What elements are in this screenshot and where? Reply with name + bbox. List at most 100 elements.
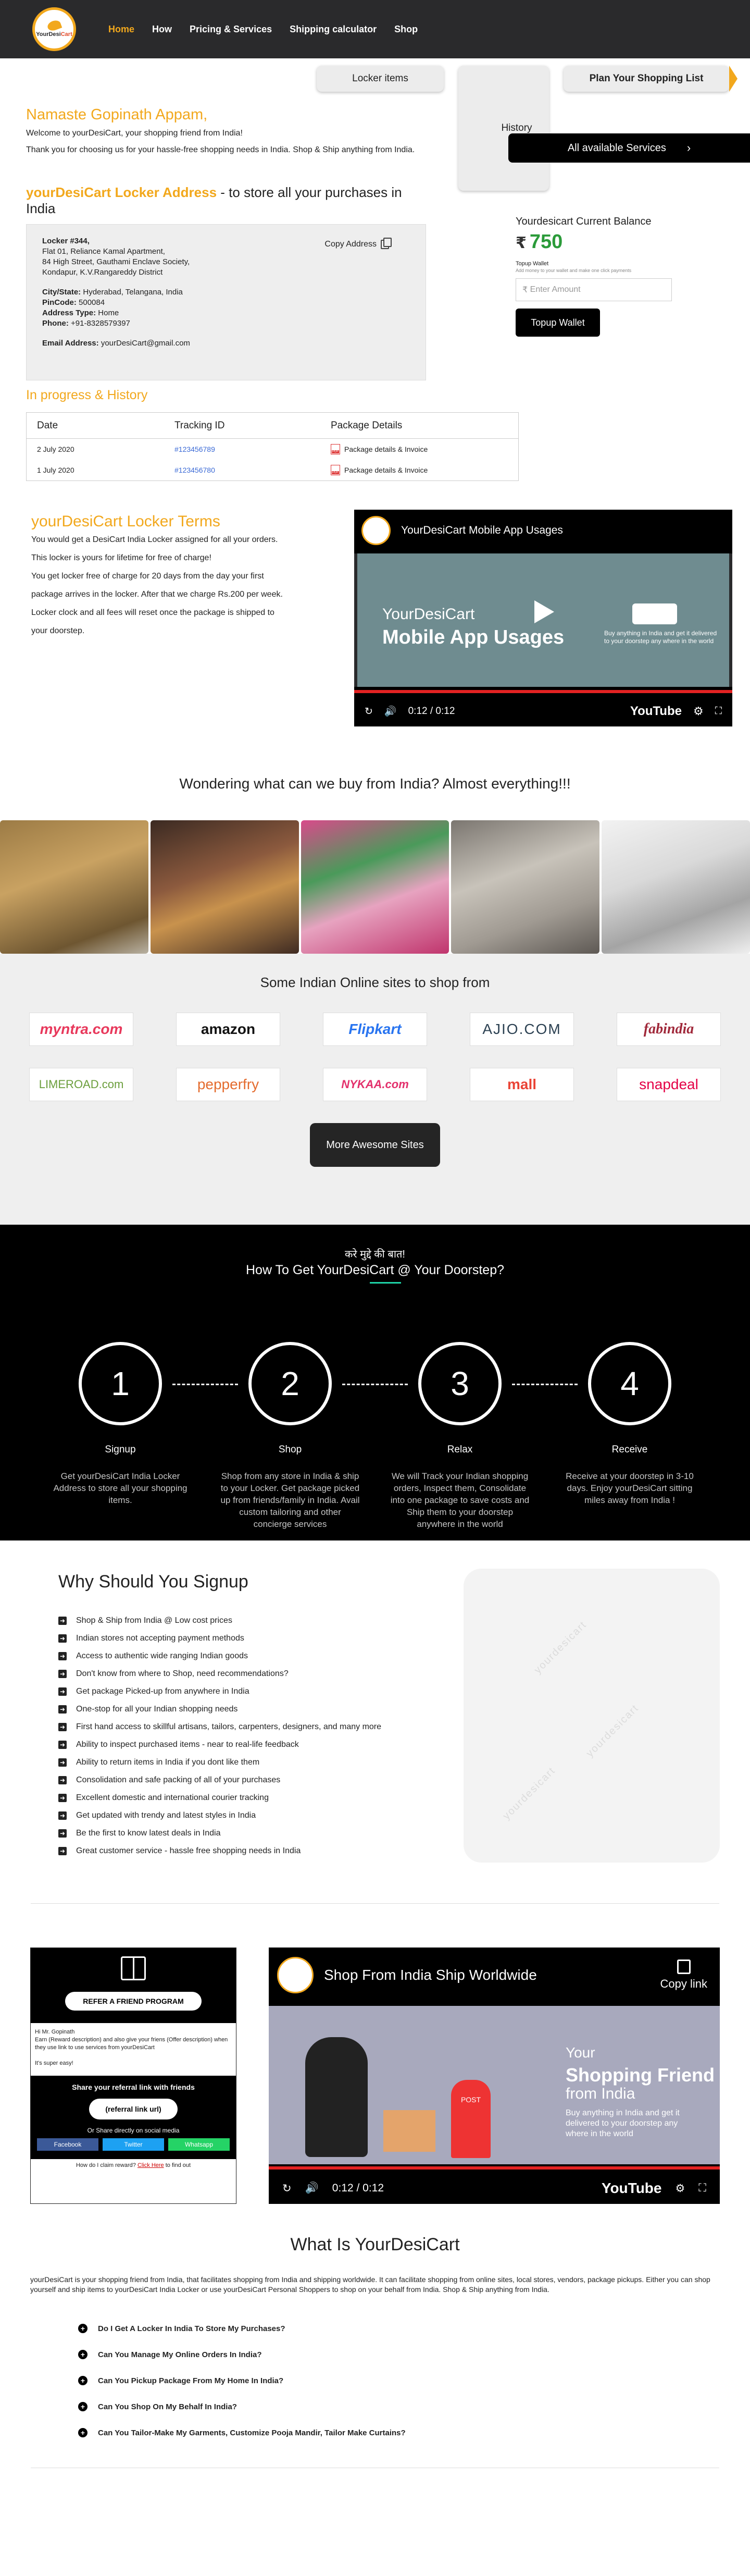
fullscreen-icon[interactable]: ⛶: [715, 706, 722, 717]
arrow-right-icon: ➜: [58, 1847, 67, 1855]
all-services-button[interactable]: All available Services ›: [508, 133, 750, 163]
faq-item[interactable]: + Can You Shop On My Behalf In India?: [78, 2394, 750, 2420]
pdf-icon: [331, 465, 340, 475]
what-title: What Is YourDesiCart: [290, 2235, 460, 2254]
volume-icon[interactable]: 🔊: [384, 705, 397, 718]
hindi-tagline: करे मुद्दे की बात!: [345, 1249, 405, 1260]
arrow-right-icon: ➜: [58, 1634, 67, 1643]
locker-items-button[interactable]: Locker items: [317, 66, 444, 92]
arrow-right-icon: ➜: [58, 1723, 67, 1731]
site-logo-snapdeal[interactable]: snapdeal: [617, 1068, 721, 1101]
nav-home[interactable]: Home: [108, 24, 134, 35]
site-logo-myntra[interactable]: myntra.com: [29, 1013, 133, 1046]
benefit-item: ➜ Consolidation and safe packing of all o…: [58, 1771, 381, 1789]
terms-line: You get locker free of charge for 20 day…: [31, 572, 264, 581]
benefit-item: ➜ One-stop for all your Indian shopping n…: [58, 1700, 381, 1718]
plan-shopping-list-button[interactable]: Plan Your Shopping List: [564, 66, 738, 92]
address-line: Kondapur, K.V.Rangareddy District: [42, 268, 163, 277]
fullscreen-icon[interactable]: ⛶: [698, 2182, 706, 2195]
sites-grid: myntra.com amazon Flipkart AJIO.COM fabi…: [0, 1013, 750, 1101]
balance-amount: ₹750: [516, 231, 563, 253]
arrow-right-icon: ➜: [58, 1829, 67, 1838]
site-logo-ajio[interactable]: AJIO.COM: [470, 1013, 574, 1046]
step-receive: 4 Receive Receive at your doorstep in 3-…: [566, 1342, 694, 1530]
benefits-list: ➜ Shop & Ship from India @ Low cost price…: [58, 1612, 381, 1860]
benefit-item: ➜ Indian stores not accepting payment met…: [58, 1630, 381, 1647]
terms-line: Locker clock and all fees will reset onc…: [31, 608, 274, 617]
nav-shipping-calculator[interactable]: Shipping calculator: [290, 24, 377, 35]
click-here-link[interactable]: Click Here: [138, 2162, 164, 2168]
nav-pricing[interactable]: Pricing & Services: [190, 24, 272, 35]
benefit-item: ➜ First hand access to skillful artisans,…: [58, 1718, 381, 1736]
site-logo-amazon[interactable]: amazon: [176, 1013, 280, 1046]
shopping-sites-section: Some Indian Online sites to shop from my…: [0, 954, 750, 1225]
shop-from-india-video[interactable]: Shop From India Ship Worldwide Copy link…: [269, 1948, 720, 2204]
faq-item[interactable]: + Can You Tailor-Make My Garments, Custom…: [78, 2420, 750, 2446]
locker-title: yourDesiCart Locker Address - to store a…: [26, 184, 402, 216]
topup-subtext: Add money to your wallet and make one cl…: [516, 268, 632, 273]
locker-terms-section: yourDesiCart Locker Terms You would get …: [0, 510, 750, 773]
bird-icon: [46, 19, 63, 32]
address-type-row: Address Type: Home: [42, 309, 119, 317]
benefit-item: ➜ Excellent domestic and international co…: [58, 1789, 381, 1807]
video-progress-bar[interactable]: [354, 690, 732, 693]
gear-icon[interactable]: ⚙: [675, 2182, 685, 2195]
table-row: 2 July 2020 #123456789 Package details &…: [27, 439, 518, 460]
amount-placeholder: Enter Amount: [530, 285, 581, 294]
tracking-link[interactable]: #123456780: [174, 466, 331, 474]
referral-link-field[interactable]: (referral link url): [89, 2099, 178, 2119]
faq-item[interactable]: + Do I Get A Locker In India To Store My …: [78, 2315, 750, 2341]
address-line: 84 High Street, Gauthami Enclave Society…: [42, 257, 190, 266]
site-logo-nykaa[interactable]: NYKAA.com: [323, 1068, 427, 1101]
refer-friend-button[interactable]: REFER A FRIEND PROGRAM: [65, 1992, 202, 2011]
replay-icon[interactable]: ↻: [365, 706, 373, 718]
copy-address-button[interactable]: Copy Address: [324, 238, 392, 250]
site-logo-limeroad[interactable]: LIMEROAD.com: [29, 1068, 133, 1101]
youtube-logo[interactable]: YouTube: [630, 704, 682, 719]
site-logo-pepperfry[interactable]: pepperfry: [176, 1068, 280, 1101]
package-details-link[interactable]: Package details & Invoice: [331, 444, 518, 454]
site-logo-fabindia[interactable]: fabindia: [617, 1013, 721, 1046]
brand-logo[interactable]: YourDesiCart: [32, 7, 76, 51]
site-logo-paytm-mall[interactable]: mall: [470, 1068, 574, 1101]
video-time: 0:12 / 0:12: [332, 2182, 384, 2194]
nav-how[interactable]: How: [152, 24, 172, 35]
arrow-right-icon: ➜: [58, 1758, 67, 1767]
play-icon[interactable]: [534, 600, 554, 623]
silver-lamps-image: [451, 820, 600, 954]
site-logo-flipkart[interactable]: Flipkart: [323, 1013, 427, 1046]
channel-logo: [361, 516, 391, 545]
twitter-share-button[interactable]: Twitter: [103, 2138, 164, 2151]
youtube-logo[interactable]: YouTube: [602, 2180, 662, 2197]
more-sites-button[interactable]: More Awesome Sites: [310, 1123, 440, 1167]
plus-icon: +: [78, 2350, 88, 2359]
package-details-link[interactable]: Package details & Invoice: [331, 465, 518, 475]
facebook-share-button[interactable]: Facebook: [37, 2138, 98, 2151]
refer-friend-card: REFER A FRIEND PROGRAM Hi Mr. Gopinath E…: [30, 1948, 236, 2204]
step-relax: 3 Relax We will Track your Indian shoppi…: [391, 1342, 529, 1530]
potli-bags-image: [301, 820, 449, 954]
replay-icon[interactable]: ↻: [282, 2182, 292, 2195]
topup-wallet-button[interactable]: Topup Wallet: [516, 309, 600, 337]
all-services-label: All available Services: [567, 142, 666, 154]
copy-link-button[interactable]: Copy link: [660, 1959, 707, 1991]
title-underline: [370, 1282, 401, 1284]
faq-item[interactable]: + Can You Manage My Online Orders In Indi…: [78, 2341, 750, 2368]
plus-icon: +: [78, 2324, 88, 2333]
mobile-app-video[interactable]: YourDesiCart Mobile App Usages YourDesiC…: [354, 510, 732, 726]
how-title: How To Get YourDesiCart @ Your Doorstep?: [245, 1263, 505, 1277]
whatsapp-share-button[interactable]: Whatsapp: [168, 2138, 230, 2151]
table-row: 1 July 2020 #123456780 Package details &…: [27, 460, 518, 480]
faq-item[interactable]: + Can You Pickup Package From My Home In …: [78, 2368, 750, 2394]
tracking-link[interactable]: #123456789: [174, 445, 331, 453]
terms-line: your doorstep.: [31, 626, 85, 635]
faq-list: + Do I Get A Locker In India To Store My …: [0, 2295, 750, 2446]
volume-icon[interactable]: 🔊: [305, 2182, 319, 2195]
greeting-heading: Namaste Gopinath Appam,: [26, 106, 208, 123]
video-controls: ↻ 🔊 0:12 / 0:12 YouTube ⚙ ⛶: [269, 2173, 720, 2204]
nav-shop[interactable]: Shop: [394, 24, 418, 35]
amount-input[interactable]: ₹ Enter Amount: [516, 278, 672, 301]
video-progress-bar[interactable]: [269, 2166, 720, 2170]
gear-icon[interactable]: ⚙: [693, 705, 704, 718]
video-controls: ↻ 🔊 0:12 / 0:12 YouTube ⚙ ⛶: [354, 696, 732, 726]
